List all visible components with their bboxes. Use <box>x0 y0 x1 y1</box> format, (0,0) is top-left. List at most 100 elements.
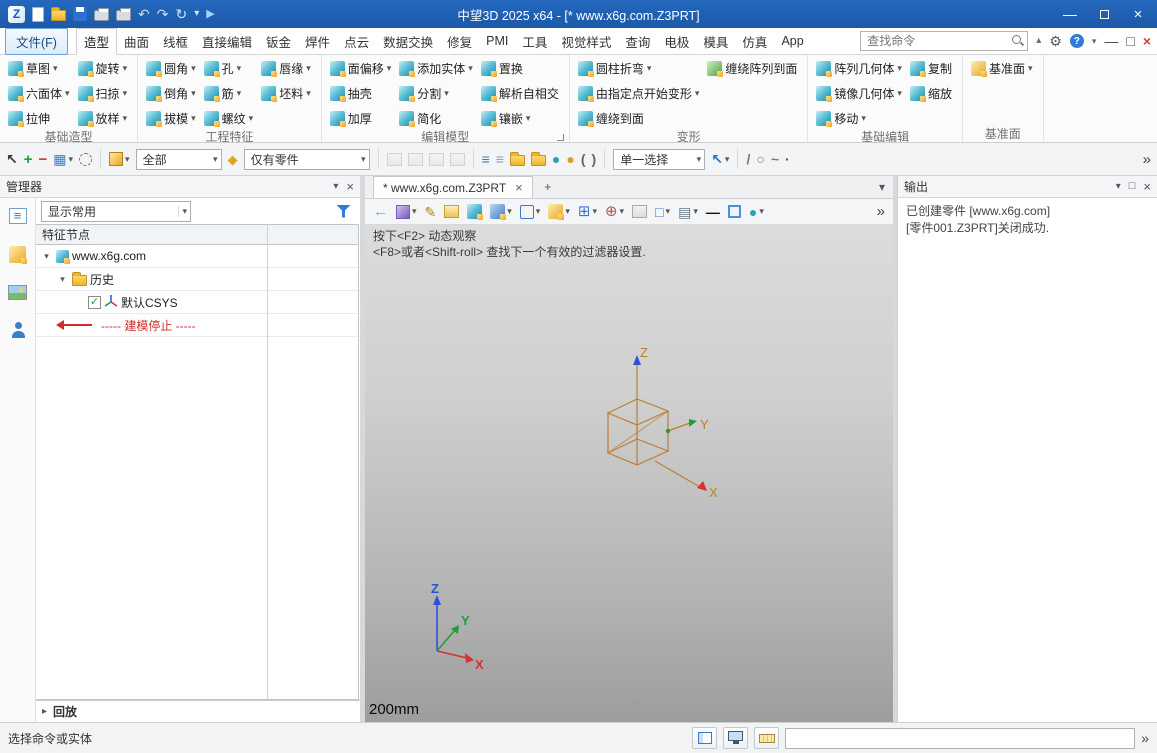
ribbon-button[interactable]: 草图▾ <box>5 56 75 81</box>
command-search-input[interactable] <box>860 31 1028 51</box>
menu-tab[interactable]: 查询 <box>618 28 657 54</box>
snap-tangent-icon[interactable] <box>429 153 444 166</box>
ribbon-button[interactable]: 简化 <box>396 106 478 131</box>
redline-pen-icon[interactable]: ✎ <box>425 205 437 219</box>
menu-tab[interactable]: 数据交换 <box>376 28 440 54</box>
file-menu-button[interactable]: 文件(F) <box>5 28 68 55</box>
tab-list-icon[interactable]: ▾ <box>879 180 885 194</box>
ribbon-button[interactable]: 坯料▾ <box>258 81 316 106</box>
wireframe-mode-icon[interactable]: ▾ <box>520 205 541 219</box>
ribbon-button[interactable]: 拔模▾ <box>143 106 201 131</box>
filter-funnel-icon[interactable] <box>336 205 351 218</box>
zw3d-logo[interactable]: Z <box>8 6 25 23</box>
ribbon-button[interactable]: 旋转▾ <box>75 56 133 81</box>
ribbon-button[interactable]: 唇缘▾ <box>258 56 316 81</box>
menu-tab[interactable]: App <box>774 28 810 54</box>
menu-tab[interactable]: PMI <box>479 28 515 54</box>
tab-close-icon[interactable]: × <box>515 181 523 194</box>
render-ball-alt-icon[interactable]: ● <box>566 152 574 166</box>
display-filter-dropdown[interactable]: 显示常用 ▾ <box>41 201 191 222</box>
shade-mode-icon[interactable] <box>467 204 482 219</box>
ribbon-button[interactable]: 缩放 <box>907 81 957 106</box>
layers-icon[interactable]: ▤▾ <box>678 205 698 219</box>
ribbon-button[interactable]: 圆角▾ <box>143 56 201 81</box>
resume-icon[interactable]: ▶ <box>206 9 214 20</box>
entity-filter-dropdown[interactable]: 全部▾ <box>136 149 222 170</box>
menu-tab[interactable]: 视觉样式 <box>554 28 618 54</box>
ribbon-button[interactable]: 六面体▾ <box>5 81 75 106</box>
window-minimize-icon[interactable]: — <box>1104 34 1118 48</box>
monitor-icon[interactable] <box>723 727 748 749</box>
pick-add-icon[interactable]: + <box>24 152 33 167</box>
color-filter-icon[interactable]: ▾ <box>109 152 130 166</box>
menu-tab[interactable]: 曲面 <box>117 28 156 54</box>
snap-parallel-icon[interactable] <box>387 153 402 166</box>
print-icon[interactable] <box>94 10 109 21</box>
ribbon-button[interactable]: 面偏移▾ <box>327 56 397 81</box>
menu-tab[interactable]: 造型 <box>76 28 117 55</box>
ribbon-button[interactable]: 阵列几何体▾ <box>813 56 907 81</box>
menu-tab[interactable]: 钣金 <box>259 28 298 54</box>
ribbon-button[interactable]: 解析自相交 <box>478 81 564 106</box>
command-input[interactable] <box>785 728 1135 749</box>
ribbon-button[interactable]: 拉伸 <box>5 106 75 131</box>
menu-tab[interactable]: 直接编辑 <box>195 28 259 54</box>
tree-checkbox[interactable]: ✓ <box>88 296 101 309</box>
quick-access-caret-icon[interactable]: ▾ <box>194 9 199 19</box>
menu-tab[interactable]: 焊件 <box>298 28 337 54</box>
grid-display-icon[interactable]: ⊞▾ <box>578 204 597 219</box>
help-icon[interactable]: ? <box>1070 34 1084 48</box>
ribbon-button[interactable]: 移动▾ <box>813 106 907 131</box>
help-caret-icon[interactable]: ▾ <box>1092 37 1097 46</box>
keyboard-icon[interactable] <box>754 727 779 749</box>
menu-tab[interactable]: 点云 <box>337 28 376 54</box>
dialog-launcher-icon[interactable] <box>557 134 564 141</box>
pick-arrow-icon[interactable]: ↖ <box>6 152 18 166</box>
pick-lasso-icon[interactable] <box>79 153 92 166</box>
menu-tab[interactable]: 工具 <box>515 28 554 54</box>
viewport-canvas[interactable]: 按下<F2> 动态观察<F8>或者<Shift-roll> 查找下一个有效的过滤… <box>365 225 893 722</box>
ribbon-button[interactable]: 置换 <box>478 56 564 81</box>
overflow-chevron[interactable]: » <box>1143 152 1151 167</box>
eraser-icon[interactable] <box>444 205 459 218</box>
replay-section[interactable]: ▸ 回放 <box>36 700 360 722</box>
tree-node[interactable]: ▾历史 <box>36 268 358 291</box>
ribbon-button[interactable]: 孔▾ <box>201 56 259 81</box>
ribbon-button[interactable]: 倒角▾ <box>143 81 201 106</box>
blank-history-icon[interactable]: ≡ <box>496 152 504 166</box>
background-frame-icon[interactable] <box>728 205 741 218</box>
ribbon-button[interactable]: 镜像几何体▾ <box>813 81 907 106</box>
settings-gear-icon[interactable]: ⚙ <box>1049 34 1062 48</box>
ribbon-button[interactable]: 由指定点开始变形▾ <box>575 81 705 106</box>
pick-mode-dropdown[interactable]: 单一选择▾ <box>613 149 705 170</box>
clip-plane-icon[interactable] <box>632 205 647 218</box>
menu-tab[interactable]: 模具 <box>696 28 735 54</box>
view-orient-icon[interactable]: ⊕▾ <box>605 204 624 219</box>
save-icon[interactable] <box>73 7 87 21</box>
close-icon[interactable]: × <box>1143 180 1151 193</box>
draw-circle-icon[interactable]: ○ <box>756 152 764 166</box>
render-ball-icon[interactable]: ● <box>552 152 560 166</box>
draw-point-icon[interactable]: · <box>785 152 790 166</box>
tree-node[interactable]: ----- 建模停止 ----- <box>36 314 358 337</box>
folder-closed-icon[interactable] <box>531 152 546 166</box>
material-ball-icon[interactable]: ●▾ <box>749 205 764 219</box>
ribbon-button[interactable]: 分割▾ <box>396 81 478 106</box>
tree-expander-icon[interactable]: ▾ <box>56 274 69 285</box>
collapse-ribbon-icon[interactable]: ▴ <box>1036 36 1041 46</box>
close-icon[interactable]: × <box>346 180 354 193</box>
pick-cursor-icon[interactable]: ↖▾ <box>711 152 729 166</box>
paren-open-icon[interactable]: ( <box>581 152 586 166</box>
undo-icon[interactable]: ↶ <box>138 7 150 21</box>
multi-solid-icon[interactable]: ▾ <box>548 204 570 219</box>
ribbon-button[interactable]: 扫掠▾ <box>75 81 133 106</box>
pick-scope-dropdown[interactable]: 仅有零件▾ <box>244 149 370 170</box>
redo-icon[interactable]: ↷ <box>157 7 169 21</box>
ribbon-button[interactable]: 放样▾ <box>75 106 133 131</box>
role-manager-icon[interactable] <box>10 322 26 338</box>
display-list-icon[interactable]: ≡ <box>482 152 490 166</box>
ribbon-button[interactable]: 筋▾ <box>201 81 259 106</box>
restore-icon[interactable] <box>1089 3 1119 25</box>
statusbar-overflow-chevron[interactable]: » <box>1141 731 1149 745</box>
menu-tab[interactable]: 仿真 <box>735 28 774 54</box>
